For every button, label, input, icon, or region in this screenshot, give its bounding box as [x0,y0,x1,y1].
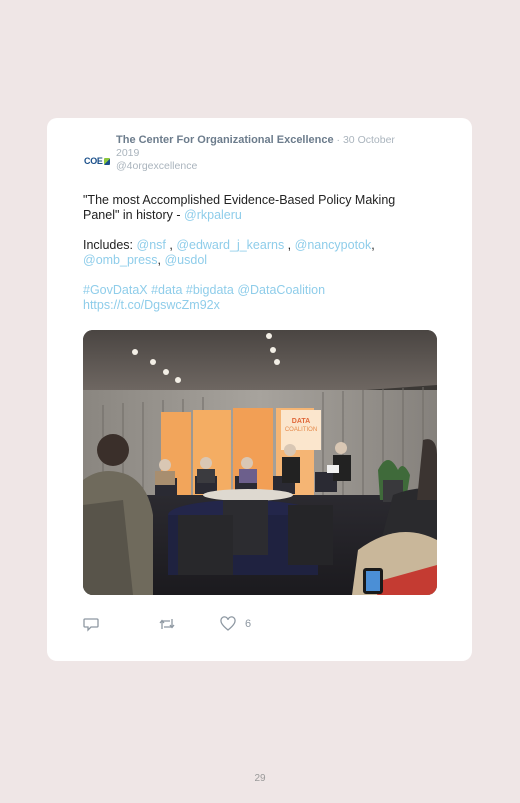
includes-label: Includes: [83,238,137,252]
tweet-actions: 6 [83,616,251,632]
mention-edward-j-kearns[interactable]: @edward_j_kearns [176,238,284,252]
header-separator: · [333,134,343,146]
tweet-link[interactable]: https://t.co/DgswcZm92x [83,298,220,312]
page-number: 29 [254,773,266,784]
tweet-text: "The most Accomplished Evidence-Based Po… [83,193,433,328]
mention-omb-press[interactable]: @omb_press [83,253,158,267]
avatar-logo-text: COE [84,156,103,166]
tweet-paragraph-tags: #GovDataX #data #bigdata @DataCoalition h… [83,283,433,313]
like-count: 6 [245,618,252,630]
mention-nancypotok[interactable]: @nancypotok [295,238,372,252]
avatar-logo-icon [103,157,110,165]
reply-icon [83,618,99,632]
banner-text-coalition: COALITION [285,427,317,433]
like-button[interactable]: 6 [220,616,251,632]
mention-rkpaleru[interactable]: @rkpaleru [184,208,242,222]
tweet-card: COE The Center For Organizational Excell… [47,118,472,661]
heart-icon [220,616,236,631]
mention-usdol[interactable]: @usdol [164,253,207,267]
hashtag-bigdata[interactable]: #bigdata [186,283,234,297]
author-handle[interactable]: @4orgexcellence [116,160,197,172]
tweet-paragraph-includes: Includes: @nsf , @edward_j_kearns , @nan… [83,238,433,268]
separator: , [284,238,295,252]
tweet-header: The Center For Organizational Excellence… [116,134,416,173]
reply-button[interactable] [83,616,158,632]
tweet-photo[interactable]: DATA COALITION [83,330,437,595]
retweet-icon [159,619,175,629]
author-name[interactable]: The Center For Organizational Excellence [116,134,334,146]
hashtag-govdatax[interactable]: #GovDataX [83,283,148,297]
separator: , [165,238,177,252]
mention-datacoalition[interactable]: @DataCoalition [237,283,325,297]
avatar[interactable]: COE [84,154,112,168]
retweet-button[interactable] [158,616,220,632]
conference-panel-photo: DATA COALITION [83,330,437,595]
tweet-paragraph-quote: "The most Accomplished Evidence-Based Po… [83,193,433,223]
mention-nsf[interactable]: @nsf [137,238,166,252]
hashtag-data[interactable]: #data [151,283,182,297]
banner-text-data: DATA [292,418,310,425]
separator: , [371,238,375,252]
